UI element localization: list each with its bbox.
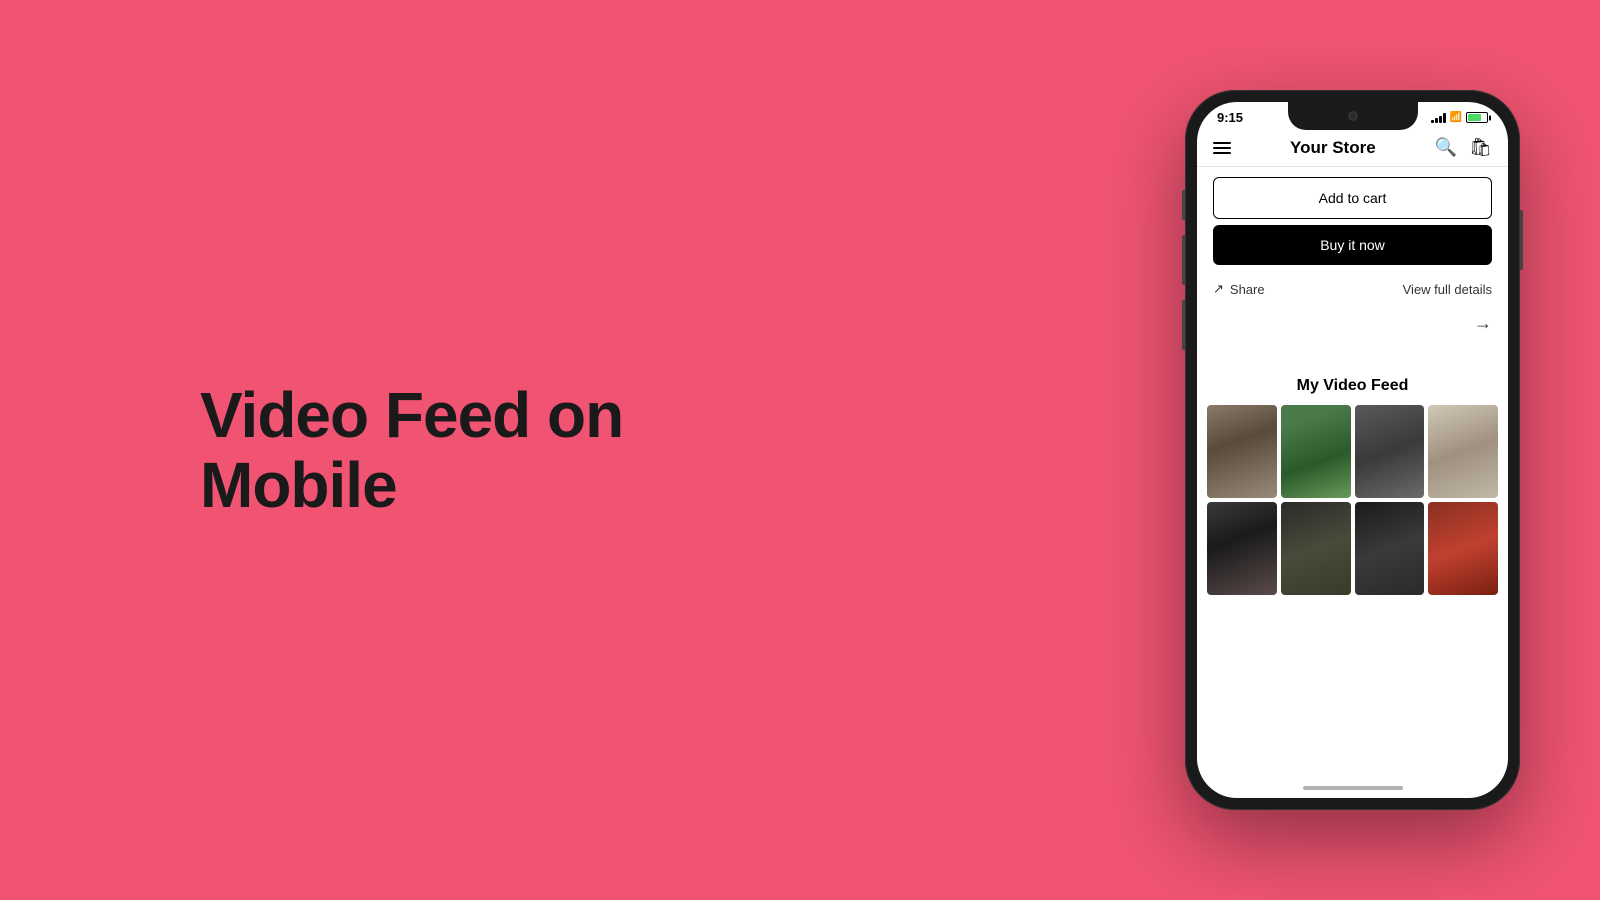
video-grid xyxy=(1207,405,1498,595)
store-navbar: Your Store 🔍 🛍 xyxy=(1197,129,1508,167)
phone-mockup: 9:15 📶 xyxy=(1185,90,1520,810)
video-thumbnail-1[interactable] xyxy=(1207,405,1277,498)
share-label: Share xyxy=(1230,282,1265,297)
spacer xyxy=(1197,342,1508,377)
video-feed-title: My Video Feed xyxy=(1207,377,1498,395)
status-time: 9:15 xyxy=(1217,110,1243,125)
wifi-icon: 📶 xyxy=(1450,112,1462,123)
store-title: Your Store xyxy=(1290,138,1376,158)
add-to-cart-button[interactable]: Add to cart xyxy=(1213,177,1492,219)
volume-up-button xyxy=(1182,235,1185,285)
arrow-area: → xyxy=(1197,309,1508,342)
power-button xyxy=(1520,210,1523,270)
silent-button xyxy=(1182,190,1185,220)
video-feed-section: My Video Feed xyxy=(1197,377,1508,595)
hamburger-menu[interactable] xyxy=(1213,142,1231,154)
video-thumbnail-2[interactable] xyxy=(1281,405,1351,498)
status-icons: 📶 xyxy=(1431,112,1488,123)
video-thumbnail-5[interactable] xyxy=(1207,502,1277,595)
cart-icon[interactable]: 🛍 xyxy=(1469,137,1492,158)
share-icon: ↗ xyxy=(1213,281,1224,297)
phone-screen: 9:15 📶 xyxy=(1197,102,1508,798)
video-thumbnail-6[interactable] xyxy=(1281,502,1351,595)
view-full-details-link[interactable]: View full details xyxy=(1403,282,1492,297)
action-row: ↗ Share View full details xyxy=(1197,275,1508,309)
next-arrow-icon[interactable]: → xyxy=(1474,313,1492,334)
video-thumbnail-3[interactable] xyxy=(1355,405,1425,498)
signal-icon xyxy=(1431,113,1446,123)
share-button[interactable]: ↗ Share xyxy=(1213,281,1265,297)
video-thumbnail-7[interactable] xyxy=(1355,502,1425,595)
phone-body: 9:15 📶 xyxy=(1185,90,1520,810)
nav-icons: 🔍 🛍 xyxy=(1435,137,1492,158)
phone-notch xyxy=(1288,102,1418,130)
volume-down-button xyxy=(1182,300,1185,350)
home-indicator xyxy=(1303,786,1403,790)
battery-icon xyxy=(1466,112,1488,123)
battery-level xyxy=(1468,114,1481,121)
buy-it-now-button[interactable]: Buy it now xyxy=(1213,225,1492,265)
screen-content: 9:15 📶 xyxy=(1197,102,1508,770)
page-heading: Video Feed on Mobile xyxy=(200,380,800,521)
front-camera xyxy=(1348,111,1358,121)
video-thumbnail-4[interactable] xyxy=(1428,405,1498,498)
video-thumbnail-8[interactable] xyxy=(1428,502,1498,595)
search-icon[interactable]: 🔍 xyxy=(1435,137,1457,158)
